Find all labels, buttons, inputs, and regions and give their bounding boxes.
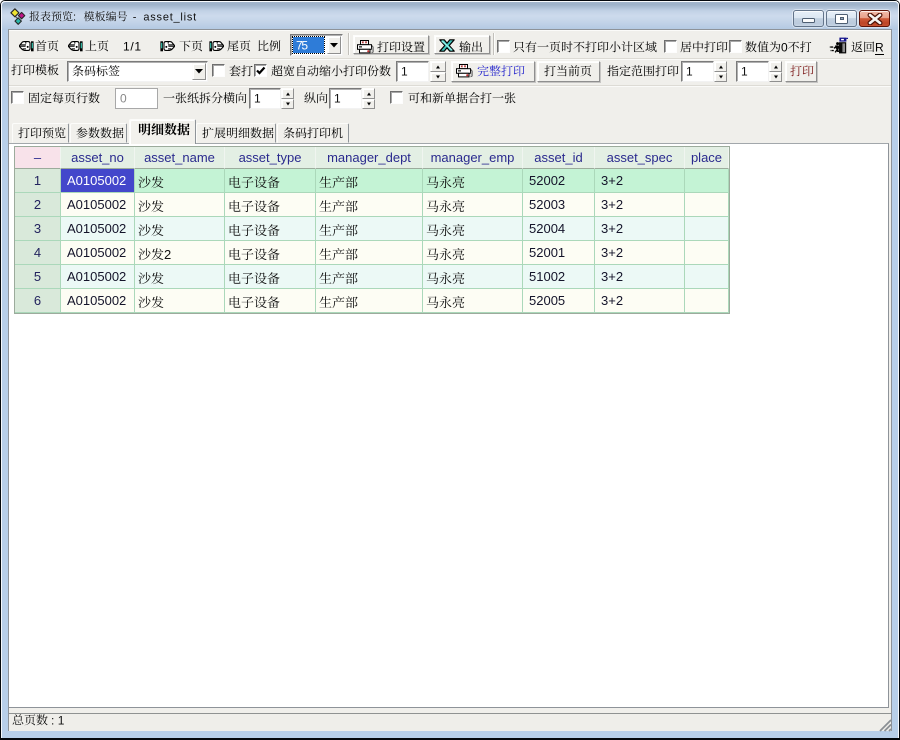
- svg-text:0: 0: [781, 40, 788, 54]
- svg-text:1: 1: [58, 713, 65, 727]
- svg-text:1: 1: [741, 64, 748, 78]
- svg-text:1: 1: [401, 64, 408, 78]
- svg-text::: :: [51, 713, 54, 727]
- svg-text:1: 1: [334, 91, 341, 105]
- svg-text:2: 2: [164, 247, 171, 262]
- svg-text:1/1: 1/1: [123, 39, 141, 53]
- svg-text:75: 75: [296, 38, 308, 52]
- svg-text:0: 0: [120, 91, 127, 105]
- svg-text:1: 1: [686, 64, 693, 78]
- svg-text:-: -: [133, 11, 137, 23]
- svg-text:R: R: [875, 40, 884, 54]
- svg-text:asset_list: asset_list: [143, 11, 196, 23]
- svg-text::: :: [73, 11, 76, 23]
- svg-text:1: 1: [254, 91, 261, 105]
